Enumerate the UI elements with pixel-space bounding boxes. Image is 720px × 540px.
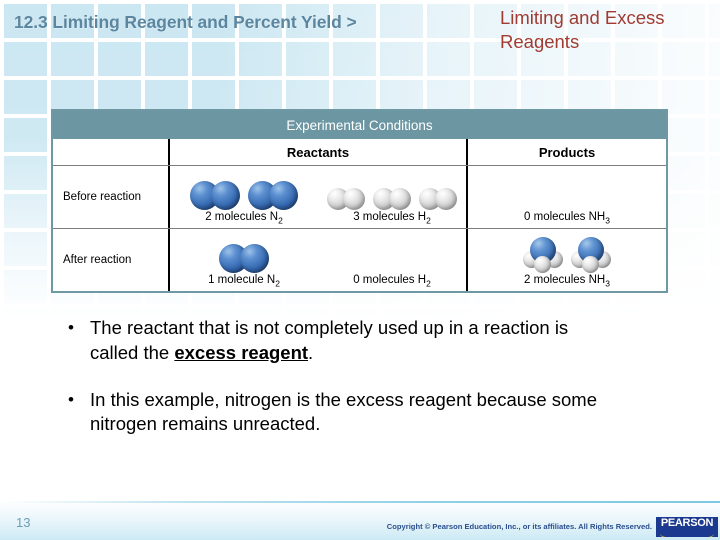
list-item: • The reactant that is not completely us… — [68, 316, 668, 366]
slide-footer: 13 Copyright © Pearson Education, Inc., … — [0, 500, 720, 540]
table-banner: Experimental Conditions — [53, 111, 666, 139]
caption-formula: NH — [588, 273, 606, 286]
nh3-molecule — [523, 236, 563, 273]
caption-count: 0 molecules — [524, 210, 586, 223]
after-products-cell: 2 molecules NH3 — [466, 229, 666, 291]
slide-canvas: 12.3 Limiting Reagent and Percent Yield … — [0, 0, 720, 540]
molecule-group-h2 — [318, 170, 466, 210]
hydrogen-atom — [534, 255, 551, 273]
bullet-text: The reactant that is not completely used… — [90, 316, 615, 366]
copyright-notice: Copyright © Pearson Education, Inc., or … — [386, 522, 652, 531]
caption-subscript: 3 — [605, 278, 610, 288]
before-products-cell: 0 molecules NH3 — [466, 166, 666, 228]
bullet-text-pre: In this example, nitrogen is the excess … — [90, 388, 597, 435]
species-h2-before: 3 molecules H2 — [318, 166, 466, 228]
molecule-caption: 2 molecules N2 — [205, 211, 283, 225]
bullet-text-post: . — [308, 341, 314, 363]
products-header-cell: Products — [466, 139, 666, 165]
h2-molecule — [419, 187, 457, 210]
table-corner-cell — [53, 139, 168, 165]
caption-formula: NH — [588, 210, 606, 223]
species-nh3-after: 2 molecules NH3 — [468, 229, 666, 291]
molecule-group-n2 — [170, 233, 318, 273]
caption-formula: N — [266, 273, 276, 286]
species-h2-after: 0 molecules H2 — [318, 229, 466, 291]
molecule-caption: 3 molecules H2 — [353, 211, 431, 225]
molecule-caption: 0 molecules NH3 — [524, 211, 610, 225]
breadcrumb: 12.3 Limiting Reagent and Percent Yield … — [14, 12, 357, 32]
caption-formula: H — [417, 210, 427, 223]
row-label-before: Before reaction — [63, 191, 141, 203]
n2-molecule — [190, 180, 240, 210]
reactants-header-cell: Reactants — [168, 139, 466, 165]
experimental-conditions-table: Experimental Conditions Reactants Produc… — [51, 109, 668, 293]
caption-count: 2 molecules — [205, 210, 267, 223]
before-reactants-cell: 2 molecules N2 3 molecules H2 — [168, 166, 466, 228]
column-header-products: Products — [538, 144, 596, 160]
hydrogen-atom — [389, 187, 411, 210]
n2-molecule — [219, 243, 269, 273]
caption-subscript: 2 — [426, 215, 431, 225]
page-title: Limiting and Excess Reagents — [500, 7, 665, 52]
caption-formula: N — [269, 210, 279, 223]
species-n2-before: 2 molecules N2 — [170, 166, 318, 228]
pearson-logo-arc — [660, 527, 714, 537]
molecule-caption: 1 molecule N2 — [208, 274, 280, 288]
nh3-molecule — [571, 236, 611, 273]
bullet-text: In this example, nitrogen is the excess … — [90, 388, 615, 438]
molecule-group-nh3-empty — [468, 170, 666, 210]
species-nh3-before: 0 molecules NH3 — [468, 166, 666, 228]
bullet-emphasis: excess reagent — [174, 341, 309, 363]
molecule-caption: 2 molecules NH3 — [524, 274, 610, 288]
row-label-after: After reaction — [63, 254, 132, 266]
list-item: • In this example, nitrogen is the exces… — [68, 388, 668, 438]
bullet-text-pre: The reactant that is not completely used… — [90, 317, 569, 363]
table-column-header-row: Reactants Products — [53, 139, 666, 165]
molecule-group-h2-empty — [318, 233, 466, 273]
species-n2-after: 1 molecule N2 — [170, 229, 318, 291]
molecule-group-n2 — [170, 170, 318, 210]
footer-divider — [0, 501, 720, 503]
bullet-marker: • — [68, 389, 74, 409]
caption-subscript: 2 — [426, 278, 431, 288]
caption-subscript: 3 — [605, 215, 610, 225]
bullet-marker: • — [68, 318, 74, 337]
hydrogen-atom — [435, 187, 457, 210]
caption-count: 1 molecule — [208, 273, 264, 286]
hydrogen-atom — [582, 255, 599, 273]
column-header-reactants: Reactants — [286, 144, 350, 160]
caption-formula: H — [417, 273, 427, 286]
slide-header: 12.3 Limiting Reagent and Percent Yield … — [0, 0, 720, 66]
caption-subscript: 2 — [278, 215, 283, 225]
after-reactants-cell: 1 molecule N2 0 molecules H2 — [168, 229, 466, 291]
nitrogen-atom — [211, 180, 240, 210]
h2-molecule — [327, 187, 365, 210]
hydrogen-atom — [343, 187, 365, 210]
table-row: Before reaction 2 molecules N2 3 molecul… — [53, 165, 666, 228]
table-row: After reaction 1 molecule N2 0 molecules — [53, 228, 666, 291]
nitrogen-atom — [269, 180, 298, 210]
h2-molecule — [373, 187, 411, 210]
nitrogen-atom — [240, 243, 269, 273]
bullet-list: • The reactant that is not completely us… — [68, 316, 668, 459]
pearson-logo: PEARSON — [656, 517, 718, 537]
caption-count: 3 molecules — [353, 210, 415, 223]
caption-subscript: 2 — [275, 278, 280, 288]
molecule-group-nh3 — [468, 233, 666, 273]
page-number: 13 — [16, 515, 31, 530]
n2-molecule — [248, 180, 298, 210]
caption-count: 0 molecules — [353, 273, 415, 286]
caption-count: 2 molecules — [524, 273, 586, 286]
molecule-caption: 0 molecules H2 — [353, 274, 431, 288]
